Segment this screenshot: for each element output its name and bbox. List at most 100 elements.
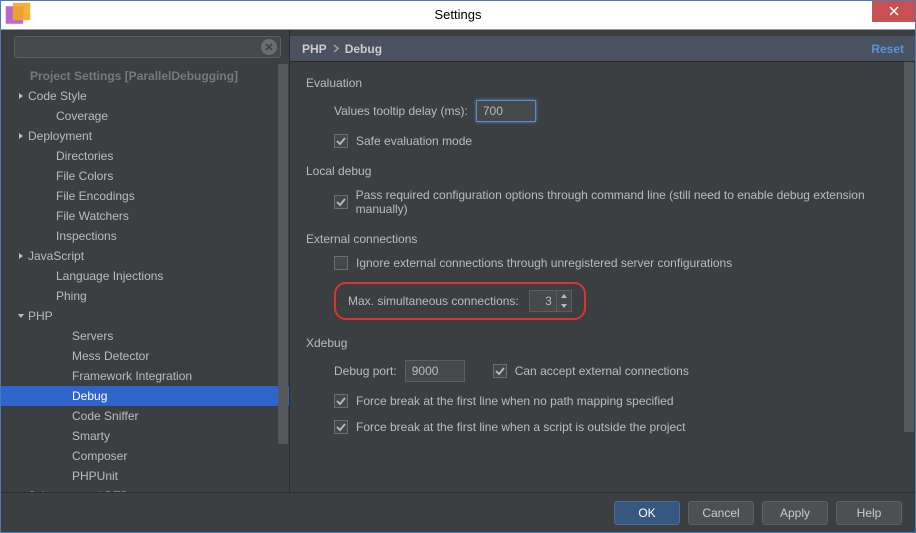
- tooltip-delay-label: Values tooltip delay (ms):: [334, 104, 468, 118]
- chevron-right-icon: [58, 409, 72, 423]
- tree-item-php[interactable]: PHP: [0, 306, 289, 326]
- tree-item-label: Code Style: [28, 89, 87, 103]
- debug-port-label: Debug port:: [334, 364, 397, 378]
- tree-item-label: Deployment: [28, 129, 92, 143]
- tree-item-schemas-and-dtds[interactable]: Schemas and DTDs: [0, 486, 289, 492]
- tree-item-label: File Encodings: [56, 189, 135, 203]
- tree-item-label: Schemas and DTDs: [28, 489, 135, 492]
- tree-scrollbar[interactable]: [278, 64, 288, 492]
- breadcrumb-bar: PHP Debug Reset: [290, 36, 916, 62]
- tree-item-file-encodings[interactable]: File Encodings: [0, 186, 289, 206]
- break-nomap-checkbox[interactable]: [334, 394, 348, 408]
- app-icon: [4, 1, 32, 29]
- tree-item-label: Phing: [56, 289, 87, 303]
- section-local-debug: Local debug Pass required configuration …: [306, 164, 904, 216]
- search-clear-icon[interactable]: [261, 39, 277, 55]
- spinner-up-icon[interactable]: [557, 291, 571, 301]
- tree-item-label: Inspections: [56, 229, 117, 243]
- chevron-right-icon: [42, 189, 56, 203]
- max-conn-spinner[interactable]: [529, 290, 572, 312]
- tree-item-mess-detector[interactable]: Mess Detector: [0, 346, 289, 366]
- tree-item-deployment[interactable]: Deployment: [0, 126, 289, 146]
- break-nomap-label[interactable]: Force break at the first line when no pa…: [356, 394, 674, 408]
- tree-item-framework-integration[interactable]: Framework Integration: [0, 366, 289, 386]
- spinner-down-icon[interactable]: [557, 301, 571, 311]
- titlebar: Settings: [0, 0, 916, 30]
- pass-opts-checkbox[interactable]: [334, 195, 348, 209]
- tree-item-debug[interactable]: Debug: [0, 386, 289, 406]
- tree-item-phing[interactable]: Phing: [0, 286, 289, 306]
- section-title: External connections: [306, 232, 904, 246]
- chevron-right-icon: [42, 269, 56, 283]
- ok-button[interactable]: OK: [614, 501, 680, 525]
- chevron-right-icon: [42, 149, 56, 163]
- pass-opts-label[interactable]: Pass required configuration options thro…: [356, 188, 904, 216]
- tree-item-code-sniffer[interactable]: Code Sniffer: [0, 406, 289, 426]
- chevron-right-icon[interactable]: [14, 129, 28, 143]
- tree-item-coverage[interactable]: Coverage: [0, 106, 289, 126]
- breadcrumb-leaf: Debug: [345, 42, 382, 56]
- break-outside-label[interactable]: Force break at the first line when a scr…: [356, 420, 686, 434]
- chevron-right-icon[interactable]: [14, 249, 28, 263]
- chevron-right-icon[interactable]: [14, 89, 28, 103]
- tree-item-label: Framework Integration: [72, 369, 192, 383]
- apply-button[interactable]: Apply: [762, 501, 828, 525]
- section-title: Evaluation: [306, 76, 904, 90]
- chevron-right-icon: [58, 369, 72, 383]
- max-conn-input[interactable]: [530, 294, 556, 308]
- section-title: Local debug: [306, 164, 904, 178]
- search-box: [14, 36, 281, 58]
- chevron-right-icon: [333, 42, 339, 56]
- chevron-right-icon: [58, 389, 72, 403]
- breadcrumb: PHP Debug: [302, 42, 382, 56]
- tree-item-label: Servers: [72, 329, 113, 343]
- accept-ext-checkbox[interactable]: [493, 364, 507, 378]
- ignore-external-label[interactable]: Ignore external connections through unre…: [356, 256, 732, 270]
- tree-item-label: Debug: [72, 389, 107, 403]
- chevron-right-icon: [58, 329, 72, 343]
- settings-tree: Project Settings [ParallelDebugging] Cod…: [0, 64, 289, 492]
- help-button[interactable]: Help: [836, 501, 902, 525]
- search-input[interactable]: [14, 36, 281, 58]
- dialog-buttons: OK Cancel Apply Help: [0, 492, 916, 532]
- tree-item-file-watchers[interactable]: File Watchers: [0, 206, 289, 226]
- chevron-right-icon: [42, 109, 56, 123]
- tree-item-label: JavaScript: [28, 249, 84, 263]
- tree-item-label: Code Sniffer: [72, 409, 139, 423]
- reset-link[interactable]: Reset: [871, 42, 904, 56]
- accept-ext-label[interactable]: Can accept external connections: [515, 364, 689, 378]
- tree-item-language-injections[interactable]: Language Injections: [0, 266, 289, 286]
- tree-item-directories[interactable]: Directories: [0, 146, 289, 166]
- tree-item-code-style[interactable]: Code Style: [0, 86, 289, 106]
- max-conn-label: Max. simultaneous connections:: [348, 294, 519, 308]
- tree-item-javascript[interactable]: JavaScript: [0, 246, 289, 266]
- safe-eval-label[interactable]: Safe evaluation mode: [356, 134, 472, 148]
- break-outside-checkbox[interactable]: [334, 420, 348, 434]
- tree-item-label: File Colors: [56, 169, 113, 183]
- cancel-button[interactable]: Cancel: [688, 501, 754, 525]
- chevron-right-icon: [58, 469, 72, 483]
- tooltip-delay-input[interactable]: [476, 100, 536, 122]
- section-evaluation: Evaluation Values tooltip delay (ms): Sa…: [306, 76, 904, 148]
- chevron-right-icon: [58, 429, 72, 443]
- tree-item-smarty[interactable]: Smarty: [0, 426, 289, 446]
- tree-item-servers[interactable]: Servers: [0, 326, 289, 346]
- close-button[interactable]: [872, 0, 916, 22]
- breadcrumb-root: PHP: [302, 42, 327, 56]
- chevron-down-icon[interactable]: [14, 309, 28, 323]
- chevron-right-icon: [42, 209, 56, 223]
- tree-item-composer[interactable]: Composer: [0, 446, 289, 466]
- chevron-right-icon[interactable]: [14, 489, 28, 492]
- tree-item-label: File Watchers: [56, 209, 129, 223]
- tree-item-file-colors[interactable]: File Colors: [0, 166, 289, 186]
- debug-port-input[interactable]: [405, 360, 465, 382]
- safe-eval-checkbox[interactable]: [334, 134, 348, 148]
- chevron-right-icon: [42, 169, 56, 183]
- tree-item-phpunit[interactable]: PHPUnit: [0, 466, 289, 486]
- tree-item-label: PHP: [28, 309, 53, 323]
- tree-item-inspections[interactable]: Inspections: [0, 226, 289, 246]
- tree-item-label: PHPUnit: [72, 469, 118, 483]
- section-title: Xdebug: [306, 336, 904, 350]
- ignore-external-checkbox[interactable]: [334, 256, 348, 270]
- settings-scrollbar[interactable]: [904, 62, 914, 492]
